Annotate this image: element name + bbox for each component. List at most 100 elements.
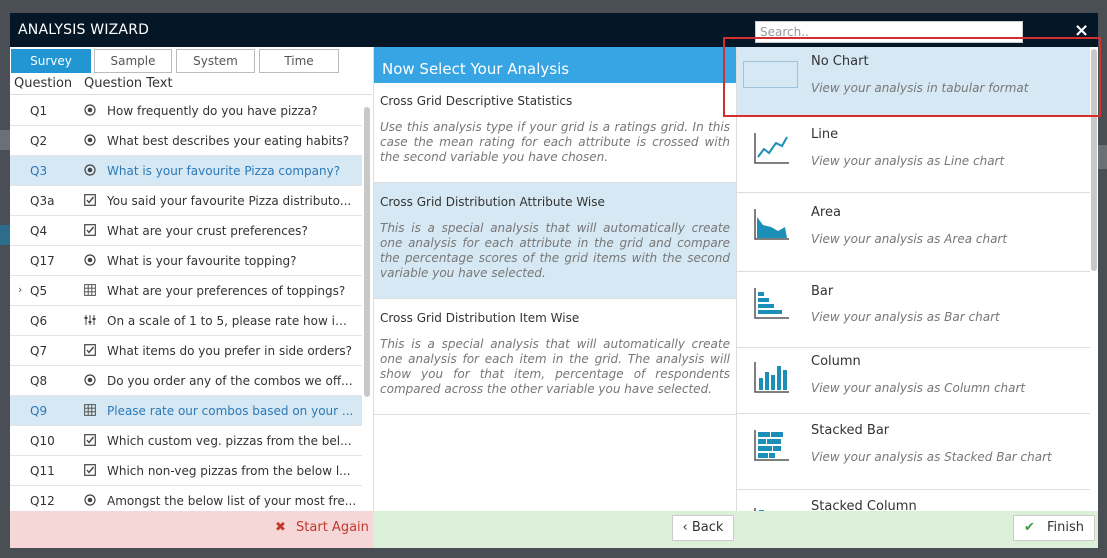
chevron-left-icon: ‹ [682, 520, 688, 535]
checkbox-icon [84, 464, 96, 476]
question-row[interactable]: Q1 How frequently do you have pizza? [10, 96, 362, 126]
analysis-option-title: Cross Grid Descriptive Statistics [380, 94, 573, 108]
backdrop-fragment [1098, 145, 1107, 169]
radio-icon [84, 134, 96, 146]
line-chart-icon [754, 133, 789, 164]
backdrop-fragment [0, 225, 10, 245]
analysis-option[interactable]: Cross Grid Descriptive Statistics Use th… [374, 83, 737, 183]
question-id: Q17 [30, 254, 55, 268]
radio-icon [84, 254, 96, 266]
question-text: Do you order any of the combos we off... [107, 374, 353, 388]
backdrop-fragment [0, 130, 10, 150]
chart-option-area[interactable]: Area View your analysis as Area chart [737, 193, 1090, 272]
tab-sample[interactable]: Sample [94, 49, 172, 73]
question-panel: Survey Sample System Time Question Quest… [10, 47, 372, 511]
chart-option-name: Area [811, 205, 841, 220]
analysis-heading: Now Select Your Analysis [374, 47, 737, 83]
question-row[interactable]: Q9 Please rate our combos based on your .… [10, 396, 362, 426]
question-text: What are your crust preferences? [107, 224, 308, 238]
question-id: Q3a [30, 194, 55, 208]
chart-option-description: View your analysis as Area chart [811, 232, 1008, 246]
question-text: You said your favourite Pizza distributo… [107, 194, 352, 208]
question-text: How frequently do you have pizza? [107, 104, 318, 118]
chart-option-name: Stacked Bar [811, 423, 890, 438]
question-id: Q5 [30, 284, 48, 298]
back-button[interactable]: ‹ Back [672, 515, 734, 541]
radio-icon [84, 374, 96, 386]
tab-survey[interactable]: Survey [11, 49, 91, 73]
question-table-header: Question Question Text [10, 75, 372, 95]
question-row[interactable]: Q10 Which custom veg. pizzas from the bel… [10, 426, 362, 456]
question-id: Q6 [30, 314, 48, 328]
check-icon: ✔ [1023, 520, 1035, 535]
question-text: Which custom veg. pizzas from the bel... [107, 434, 352, 448]
question-row[interactable]: Q12 Amongst the below list of your most f… [10, 486, 362, 511]
question-row[interactable]: Q11 Which non-veg pizzas from the below l… [10, 456, 362, 486]
tab-time[interactable]: Time [259, 49, 339, 73]
close-icon: ✖ [275, 520, 286, 535]
analysis-option[interactable]: Cross Grid Distribution Item Wise This i… [374, 299, 737, 415]
chart-option-name: Stacked Column [811, 499, 917, 511]
column-chart-icon [754, 362, 789, 393]
analysis-option[interactable]: Cross Grid Distribution Attribute Wise T… [374, 183, 737, 299]
area-chart-icon [754, 209, 789, 240]
question-row[interactable]: Q3 What is your favourite Pizza company? [10, 156, 362, 186]
question-text: On a scale of 1 to 5, please rate how im… [107, 314, 357, 328]
question-id: Q12 [30, 494, 55, 508]
radio-icon [84, 104, 96, 116]
question-id: Q1 [30, 104, 48, 118]
chart-option-description: View your analysis as Stacked Bar chart [811, 450, 1052, 464]
chart-option-stacked-column[interactable]: Stacked Column [737, 490, 1090, 511]
radio-icon [84, 494, 96, 506]
question-id: Q11 [30, 464, 55, 478]
question-id: Q8 [30, 374, 48, 388]
start-again-button[interactable]: ✖ Start Again [275, 520, 369, 535]
chart-option-name: Bar [811, 284, 834, 299]
footer-left: ✖ Start Again [10, 511, 373, 548]
analysis-option-title: Cross Grid Distribution Attribute Wise [380, 195, 605, 209]
chart-option-line[interactable]: Line View your analysis as Line chart [737, 117, 1090, 193]
column-header-question-text[interactable]: Question Text [84, 76, 173, 91]
tab-system[interactable]: System [176, 49, 255, 73]
question-text: What is your favourite Pizza company? [107, 164, 341, 178]
chart-option-description: View your analysis as Column chart [811, 381, 1026, 395]
finish-label: Finish [1047, 520, 1085, 535]
question-id: Q7 [30, 344, 48, 358]
question-list: Q1 How frequently do you have pizza? Q2 Wha… [10, 96, 362, 511]
column-header-question[interactable]: Question [14, 76, 72, 91]
analysis-panel: Now Select Your Analysis Cross Grid Desc… [373, 47, 737, 511]
question-text: Which non-veg pizzas from the below l... [107, 464, 351, 478]
checkbox-icon [84, 224, 96, 236]
bar-chart-icon [754, 288, 789, 319]
checkbox-icon [84, 194, 96, 206]
chart-option-bar[interactable]: Bar View your analysis as Bar chart [737, 272, 1090, 348]
chart-option-column[interactable]: Column View your analysis as Column char… [737, 348, 1090, 414]
question-text: What is your favourite topping? [107, 254, 297, 268]
analysis-option-description: This is a special analysis that will aut… [380, 337, 730, 396]
question-text: Amongst the below list of your most fre.… [107, 494, 357, 508]
question-row[interactable]: Q6 On a scale of 1 to 5, please rate how … [10, 306, 362, 336]
chart-option-name: Line [811, 127, 839, 142]
chevron-right-icon[interactable]: › [18, 283, 22, 296]
question-id: Q3 [30, 164, 48, 178]
question-row[interactable]: › Q5 What are your preferences of toppings… [10, 276, 362, 306]
analysis-option-description: This is a special analysis that will aut… [380, 221, 730, 280]
finish-button[interactable]: ✔ Finish [1013, 515, 1095, 541]
question-row[interactable]: Q4 What are your crust preferences? [10, 216, 362, 246]
question-id: Q10 [30, 434, 55, 448]
question-id: Q4 [30, 224, 48, 238]
question-id: Q2 [30, 134, 48, 148]
chart-option-stacked-bar[interactable]: Stacked Bar View your analysis as Stacke… [737, 414, 1090, 490]
question-row[interactable]: Q7 What items do you prefer in side order… [10, 336, 362, 366]
question-row[interactable]: Q3a You said your favourite Pizza distrib… [10, 186, 362, 216]
tab-bar: Survey Sample System Time [10, 47, 372, 75]
question-text: What are your preferences of toppings? [107, 284, 346, 298]
checkbox-icon [84, 434, 96, 446]
radio-icon [84, 164, 96, 176]
question-row[interactable]: Q17 What is your favourite topping? [10, 246, 362, 276]
analysis-option-title: Cross Grid Distribution Item Wise [380, 311, 580, 325]
question-row[interactable]: Q8 Do you order any of the combos we off.… [10, 366, 362, 396]
question-list-scrollbar[interactable] [364, 107, 370, 397]
checkbox-icon [84, 344, 96, 356]
question-row[interactable]: Q2 What best describes your eating habits… [10, 126, 362, 156]
